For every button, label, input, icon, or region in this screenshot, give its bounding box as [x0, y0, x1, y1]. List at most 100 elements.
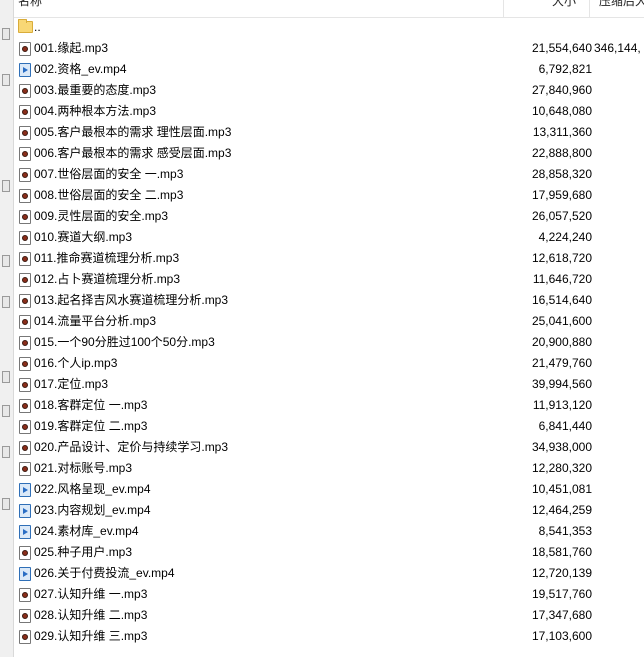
file-row[interactable]: 006.客户最根本的需求 感受层面.mp3 22,888,800 [14, 143, 644, 164]
file-size: 39,994,560 [531, 377, 592, 391]
file-row[interactable]: 011.推命赛道梳理分析.mp3 12,618,720 [14, 248, 644, 269]
file-row[interactable]: 014.流量平台分析.mp3 25,041,600 [14, 311, 644, 332]
audio-file-icon [19, 126, 31, 140]
file-name: 029.认知升维 三.mp3 [34, 629, 148, 643]
file-size: 10,648,080 [531, 104, 592, 118]
file-row[interactable]: 026.关于付费投流_ev.mp4 12,720,139 [14, 563, 644, 584]
file-row[interactable]: 022.风格呈现_ev.mp4 10,451,081 [14, 479, 644, 500]
audio-file-icon [19, 630, 31, 644]
file-row[interactable]: 008.世俗层面的安全 二.mp3 17,959,680 [14, 185, 644, 206]
file-row[interactable]: 017.定位.mp3 39,994,560 [14, 374, 644, 395]
file-name: 003.最重要的态度.mp3 [34, 83, 157, 97]
file-row[interactable]: 020.产品设计、定价与持续学习.mp3 34,938,000 [14, 437, 644, 458]
video-file-icon [19, 483, 31, 497]
file-size: 17,347,680 [531, 608, 592, 622]
file-size: 34,938,000 [531, 440, 592, 454]
file-name: 024.素材库_ev.mp4 [34, 524, 139, 538]
parent-folder-label: .. [34, 20, 41, 34]
file-name: 016.个人ip.mp3 [34, 356, 118, 370]
panel-marker [2, 405, 10, 417]
file-name: 021.对标账号.mp3 [34, 461, 133, 475]
file-size: 22,888,800 [531, 146, 592, 160]
file-size: 17,959,680 [531, 188, 592, 202]
file-name: 005.客户最根本的需求 理性层面.mp3 [34, 125, 232, 139]
audio-file-icon [19, 168, 31, 182]
file-name: 006.客户最根本的需求 感受层面.mp3 [34, 146, 232, 160]
folder-icon [18, 19, 33, 33]
file-name: 022.风格呈现_ev.mp4 [34, 482, 151, 496]
video-file-icon [19, 567, 31, 581]
file-row[interactable]: 021.对标账号.mp3 12,280,320 [14, 458, 644, 479]
file-name: 028.认知升维 二.mp3 [34, 608, 148, 622]
file-size: 12,280,320 [531, 461, 592, 475]
file-name: 026.关于付费投流_ev.mp4 [34, 566, 175, 580]
audio-file-icon [19, 294, 31, 308]
file-size: 28,858,320 [531, 167, 592, 181]
file-row[interactable]: 004.两种根本方法.mp3 10,648,080 [14, 101, 644, 122]
file-row[interactable]: 002.资格_ev.mp4 6,792,821 [14, 59, 644, 80]
file-size: 18,581,760 [531, 545, 592, 559]
file-row[interactable]: 005.客户最根本的需求 理性层面.mp3 13,311,360 [14, 122, 644, 143]
audio-file-icon [19, 441, 31, 455]
audio-file-icon [19, 399, 31, 413]
file-row[interactable]: 018.客群定位 一.mp3 11,913,120 [14, 395, 644, 416]
file-size: 20,900,880 [531, 335, 592, 349]
file-size: 11,646,720 [532, 272, 592, 286]
file-row[interactable]: 016.个人ip.mp3 21,479,760 [14, 353, 644, 374]
file-size: 27,840,960 [531, 83, 592, 97]
panel-marker [2, 28, 10, 40]
column-header-packed[interactable]: 压缩后大 [599, 0, 644, 12]
file-size: 10,451,081 [531, 482, 592, 496]
file-row[interactable]: 023.内容规划_ev.mp4 12,464,259 [14, 500, 644, 521]
file-row[interactable]: 029.认知升维 三.mp3 17,103,600 [14, 626, 644, 647]
panel-marker [2, 498, 10, 510]
file-name: 008.世俗层面的安全 二.mp3 [34, 188, 184, 202]
audio-file-icon [19, 546, 31, 560]
column-divider[interactable] [589, 0, 590, 17]
file-list: .. 001.缘起.mp3 21,554,640 346,144, 002.资格_ev… [14, 17, 644, 647]
file-row[interactable]: 003.最重要的态度.mp3 27,840,960 [14, 80, 644, 101]
column-header-size[interactable]: 大小 [552, 0, 576, 12]
file-name: 015.一个90分胜过100个50分.mp3 [34, 335, 215, 349]
audio-file-icon [19, 357, 31, 371]
file-row[interactable]: 019.客群定位 二.mp3 6,841,440 [14, 416, 644, 437]
file-row[interactable]: 027.认知升维 一.mp3 19,517,760 [14, 584, 644, 605]
file-name: 023.内容规划_ev.mp4 [34, 503, 151, 517]
file-name: 004.两种根本方法.mp3 [34, 104, 157, 118]
file-row[interactable]: 012.占卜赛道梳理分析.mp3 11,646,720 [14, 269, 644, 290]
audio-file-icon [19, 147, 31, 161]
file-size: 6,841,440 [538, 419, 592, 433]
file-size: 26,057,520 [531, 209, 592, 223]
parent-folder-row[interactable]: .. [14, 17, 644, 38]
column-header-name[interactable]: 名称 [18, 0, 42, 12]
file-row[interactable]: 024.素材库_ev.mp4 8,541,353 [14, 521, 644, 542]
audio-file-icon [19, 588, 31, 602]
file-name: 019.客群定位 二.mp3 [34, 419, 148, 433]
file-packed-size: 346,144, [594, 41, 641, 55]
file-name: 014.流量平台分析.mp3 [34, 314, 157, 328]
audio-file-icon [19, 42, 31, 56]
column-divider[interactable] [503, 0, 504, 17]
audio-file-icon [19, 210, 31, 224]
file-name: 013.起名择吉风水赛道梳理分析.mp3 [34, 293, 229, 307]
file-size: 12,464,259 [531, 503, 592, 517]
file-size: 13,311,360 [532, 125, 592, 139]
file-row[interactable]: 028.认知升维 二.mp3 17,347,680 [14, 605, 644, 626]
file-row[interactable]: 013.起名择吉风水赛道梳理分析.mp3 16,514,640 [14, 290, 644, 311]
file-size: 12,720,139 [531, 566, 592, 580]
file-size: 11,913,120 [532, 398, 592, 412]
file-name: 010.赛道大纲.mp3 [34, 230, 133, 244]
panel-marker [2, 74, 10, 86]
file-row[interactable]: 010.赛道大纲.mp3 4,224,240 [14, 227, 644, 248]
audio-file-icon [19, 378, 31, 392]
file-row[interactable]: 025.种子用户.mp3 18,581,760 [14, 542, 644, 563]
file-size: 21,554,640 [531, 41, 592, 55]
file-row[interactable]: 009.灵性层面的安全.mp3 26,057,520 [14, 206, 644, 227]
file-row[interactable]: 007.世俗层面的安全 一.mp3 28,858,320 [14, 164, 644, 185]
file-row[interactable]: 015.一个90分胜过100个50分.mp3 20,900,880 [14, 332, 644, 353]
file-size: 16,514,640 [531, 293, 592, 307]
audio-file-icon [19, 315, 31, 329]
file-row[interactable]: 001.缘起.mp3 21,554,640 346,144, [14, 38, 644, 59]
audio-file-icon [19, 84, 31, 98]
left-panel-edge [0, 0, 14, 657]
